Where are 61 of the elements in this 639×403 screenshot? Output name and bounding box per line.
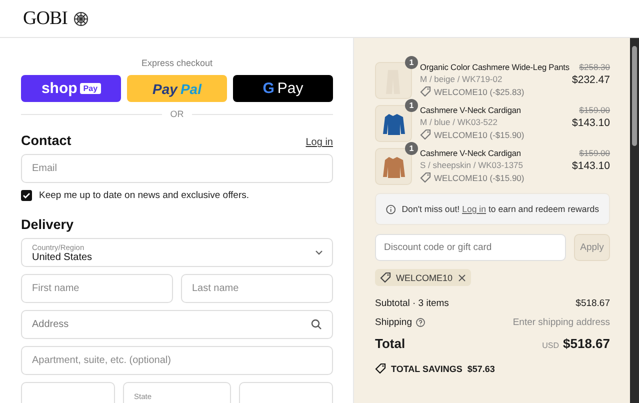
tag-icon <box>420 86 431 97</box>
express-checkout-title: Express checkout <box>140 58 214 68</box>
product-variant: M / blue / WK03-522 <box>420 117 498 127</box>
original-price: $159.00 <box>579 148 610 158</box>
original-price: $258.30 <box>579 62 610 72</box>
address-field[interactable]: Address <box>21 310 333 339</box>
quantity-badge: 1 <box>405 99 418 112</box>
text-field[interactable] <box>21 382 115 403</box>
login-link[interactable]: Log in <box>462 204 486 214</box>
text-field[interactable] <box>239 382 333 403</box>
scrollbar-thumb[interactable] <box>632 46 637 146</box>
discount-code-field[interactable]: Discount code or gift card <box>375 234 566 261</box>
discounted-price: $143.10 <box>572 160 610 172</box>
help-icon[interactable] <box>416 318 425 327</box>
original-price: $159.00 <box>579 105 610 115</box>
close-icon <box>458 274 466 282</box>
tag-icon <box>375 363 386 374</box>
shipping-value: Enter shipping address <box>512 317 610 328</box>
google-pay-button[interactable]: G Pay <box>233 75 333 102</box>
product-variant: S / sheepskin / WK03-1375 <box>420 160 524 170</box>
shipping-label: Shipping <box>375 317 412 328</box>
flower-logo-icon <box>73 10 90 26</box>
product-discount: WELCOME10 (-$25.83) <box>434 86 524 96</box>
login-link[interactable]: Log in <box>306 137 333 148</box>
info-icon <box>386 204 396 214</box>
shop-pay-button[interactable]: shop Pay <box>21 75 121 102</box>
subtotal-value: $518.67 <box>576 298 610 309</box>
rewards-message: Don't miss out! Log in to earn and redeem rewards <box>402 204 599 214</box>
quantity-badge: 1 <box>405 142 418 155</box>
savings-label: TOTAL SAVINGS <box>391 364 462 374</box>
discounted-price: $143.10 <box>572 117 610 129</box>
subtotal-label: Subtotal · 3 items <box>375 298 449 309</box>
chevron-down-icon <box>315 250 323 256</box>
text-field[interactable]: Apartment, suite, etc. (optional) <box>21 346 333 375</box>
product-discount: WELCOME10 (-$15.90) <box>434 172 524 182</box>
product-name: Cashmere V-Neck Cardigan <box>420 148 522 158</box>
delivery-heading: Delivery <box>21 217 75 232</box>
tag-icon <box>420 172 431 183</box>
discount-code: WELCOME10 <box>396 272 453 282</box>
product-variant: M / beige / WK719-02 <box>420 74 504 84</box>
discounted-price: $232.47 <box>572 74 610 86</box>
paypal-button[interactable]: Pay Pal <box>127 75 227 102</box>
total-value: $518.67 <box>563 336 610 351</box>
newsletter-label: Keep me up to date on news and exclusive offers. <box>39 190 250 201</box>
remove-button[interactable] <box>458 274 466 282</box>
search-icon <box>311 319 322 330</box>
text-field[interactable]: First name <box>21 274 173 303</box>
newsletter-checkbox[interactable] <box>21 190 32 201</box>
savings-value: $57.63 <box>467 364 495 374</box>
product-name: Cashmere V-Neck Cardigan <box>420 105 522 115</box>
email-field[interactable]: Email <box>21 154 333 183</box>
or-divider-label: OR <box>21 109 333 119</box>
logo[interactable]: GOBI <box>23 8 68 30</box>
contact-heading: Contact <box>21 133 72 148</box>
currency-code: USD <box>542 341 559 350</box>
tag-icon <box>380 272 391 283</box>
quantity-badge: 1 <box>405 56 418 69</box>
total-label: Total <box>375 336 406 351</box>
tag-icon <box>420 129 431 140</box>
text-field[interactable]: Last name <box>181 274 333 303</box>
product-discount: WELCOME10 (-$15.90) <box>434 130 524 140</box>
